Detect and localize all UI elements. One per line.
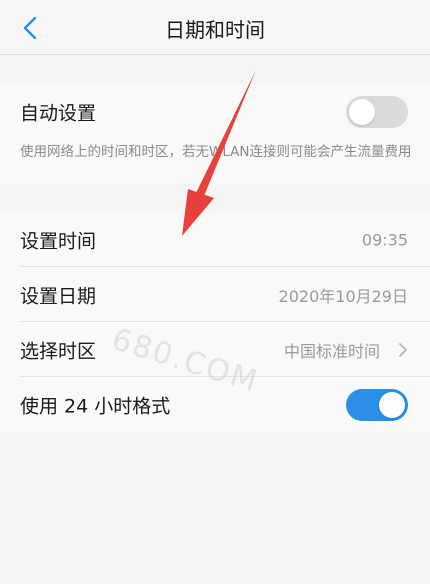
auto-setting-description: 使用网络上的时间和时区，若无WLAN连接则可能会产生流量费用 [20,144,412,160]
toggle-knob [349,98,375,125]
auto-setting-row[interactable]: 自动设置 [0,84,430,139]
timezone-value: 中国标准时间 [283,341,380,361]
page-title: 日期和时间 [165,18,265,42]
set-time-value: 09:35 [361,230,408,249]
set-date-label: 设置日期 [20,285,97,307]
24-hour-format-label: 使用 24 小时格式 [20,395,171,417]
set-date-row[interactable]: 设置日期 2020年10月29日 [0,267,430,322]
auto-setting-label: 自动设置 [20,102,97,124]
set-time-row[interactable]: 设置时间 09:35 [0,212,430,267]
auto-setting-section: 自动设置 使用网络上的时间和时区，若无WLAN连接则可能会产生流量费用 [0,84,430,184]
select-timezone-row[interactable]: 选择时区 中国标准时间 [0,322,430,377]
toggle-knob [379,391,405,418]
set-date-value: 2020年10月29日 [278,286,408,306]
set-time-label: 设置时间 [20,230,97,252]
auto-setting-toggle[interactable] [346,95,408,128]
chevron-right-icon [399,342,407,357]
header-bar: 日期和时间 [0,0,430,55]
settings-list: 设置时间 09:35 设置日期 2020年10月29日 选择时区 中国标准时间 … [0,212,430,432]
select-timezone-label: 选择时区 [20,340,97,362]
24-hour-format-row[interactable]: 使用 24 小时格式 [0,377,430,432]
24-hour-format-toggle[interactable] [346,388,408,421]
